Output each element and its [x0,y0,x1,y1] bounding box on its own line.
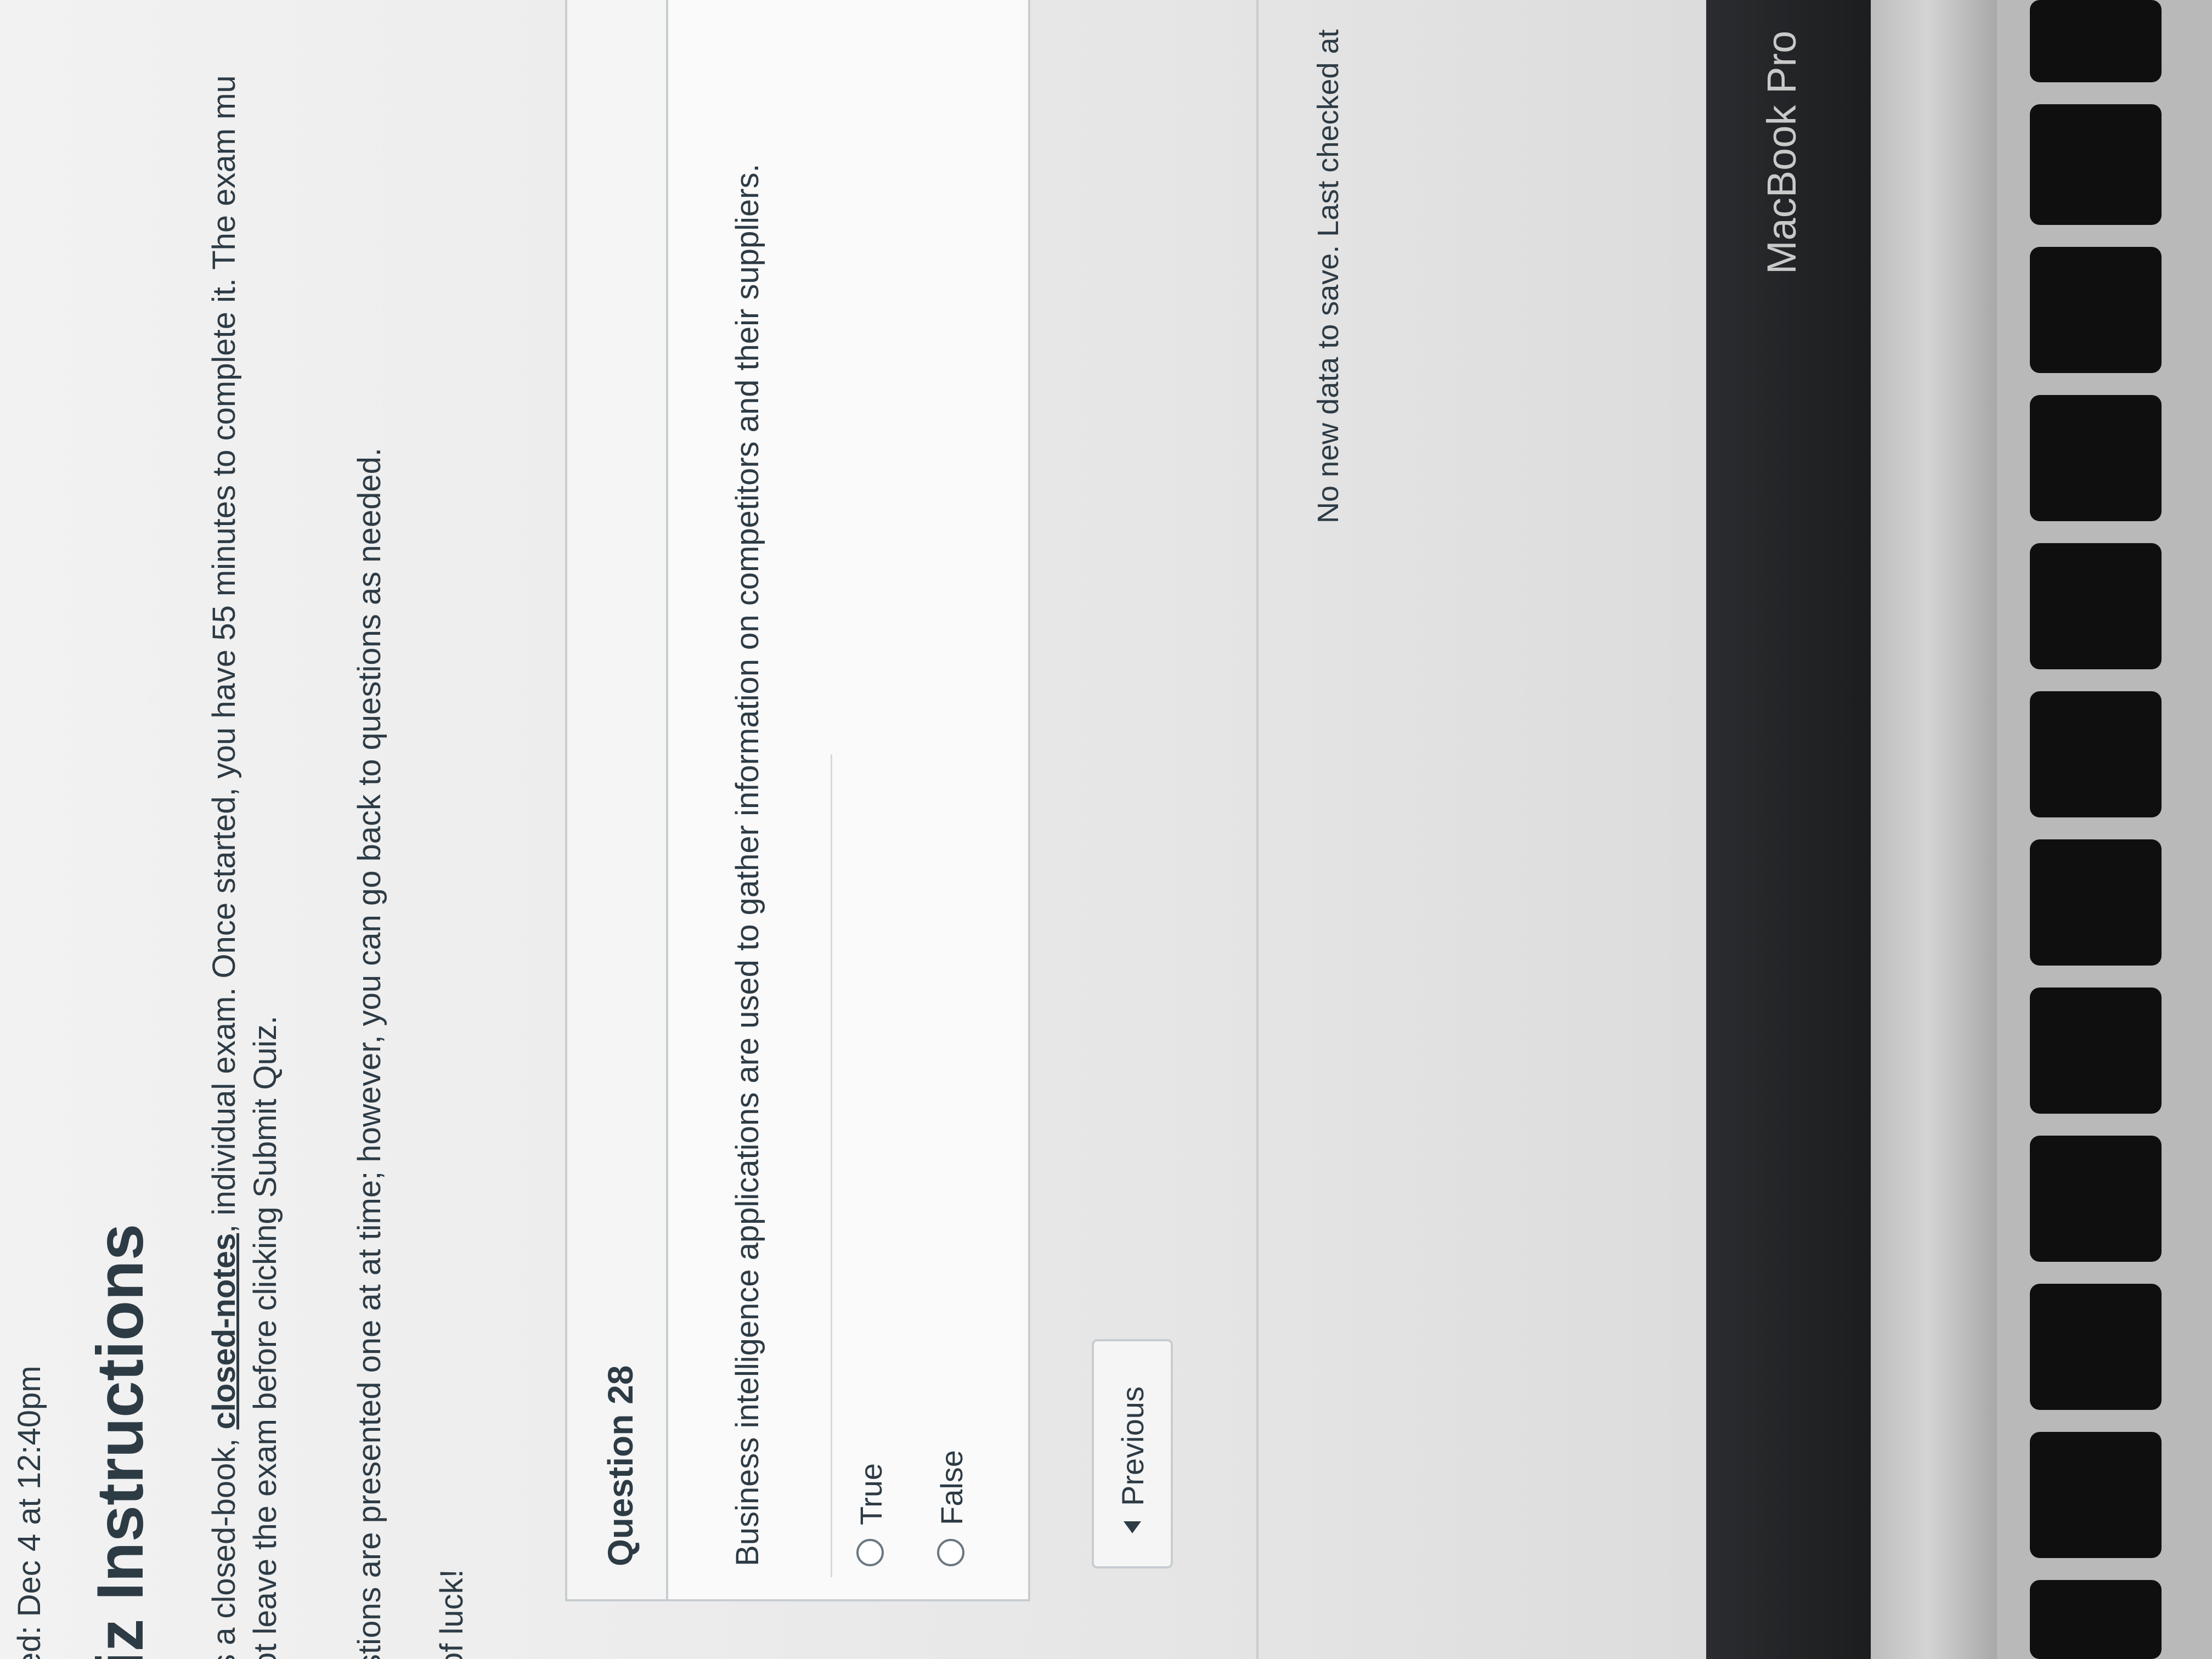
question-text: Business intelligence applications are u… [730,163,765,1566]
question-card: Question 28 Business intelligence applic… [565,0,1030,1601]
instructions-line-1: s a closed-book, closed-notes, individua… [206,75,242,1659]
photo-scene: MacBook Pro ed: Dec 4 at 12:40pm iz Inst… [0,0,2212,1659]
instructions-line-1-prefix: s a closed-book, [206,1429,242,1659]
previous-button[interactable]: Previous [1092,1339,1173,1568]
keyboard-key [2030,0,2162,82]
keyboard-key [2030,395,2162,521]
answer-label-true[interactable]: True [853,1463,889,1525]
keyboard-key [2030,839,2162,966]
instructions-line-3: stions are presented one at at time; how… [352,448,387,1659]
footer-divider [1256,0,1259,1659]
instructions-line-1-suffix: , individual exam. Once started, you hav… [206,75,242,1233]
radio-button-false[interactable] [937,1539,964,1566]
keyboard-key [2030,1580,2162,1659]
device-label: MacBook Pro [1759,30,1804,274]
keyboard-key [2030,104,2162,225]
instructions-line-4: of luck! [434,1569,470,1659]
keyboard-key [2030,247,2162,373]
question-title: Question 28 [601,1365,640,1566]
caret-left-icon [1124,1521,1141,1533]
instructions-line-2: ot leave the exam before clicking Submit… [247,1015,283,1659]
keyboard-key [2030,1284,2162,1410]
keyboard-key [2030,988,2162,1114]
page-title: iz Instructions [83,1223,157,1659]
answer-option-false[interactable]: False [913,754,990,1577]
quiz-page: ed: Dec 4 at 12:40pm iz Instructions s a… [0,0,1706,1659]
due-date-line: ed: Dec 4 at 12:40pm [12,1365,47,1659]
keyboard [1997,0,2212,1659]
keyboard-key [2030,1432,2162,1558]
answer-label-false[interactable]: False [934,1450,969,1525]
radio-button-true[interactable] [856,1539,884,1566]
keyboard-key [2030,543,2162,669]
previous-button-label[interactable]: Previous [1115,1386,1150,1506]
closed-notes-emphasis: closed-notes [206,1233,242,1430]
laptop-hinge [1871,0,1997,1659]
question-header: Question 28 [567,0,668,1599]
keyboard-key [2030,691,2162,817]
keyboard-key [2030,1136,2162,1262]
answer-option-true[interactable]: True [831,754,909,1577]
save-status: No new data to save. Last checked at [1312,29,1345,523]
